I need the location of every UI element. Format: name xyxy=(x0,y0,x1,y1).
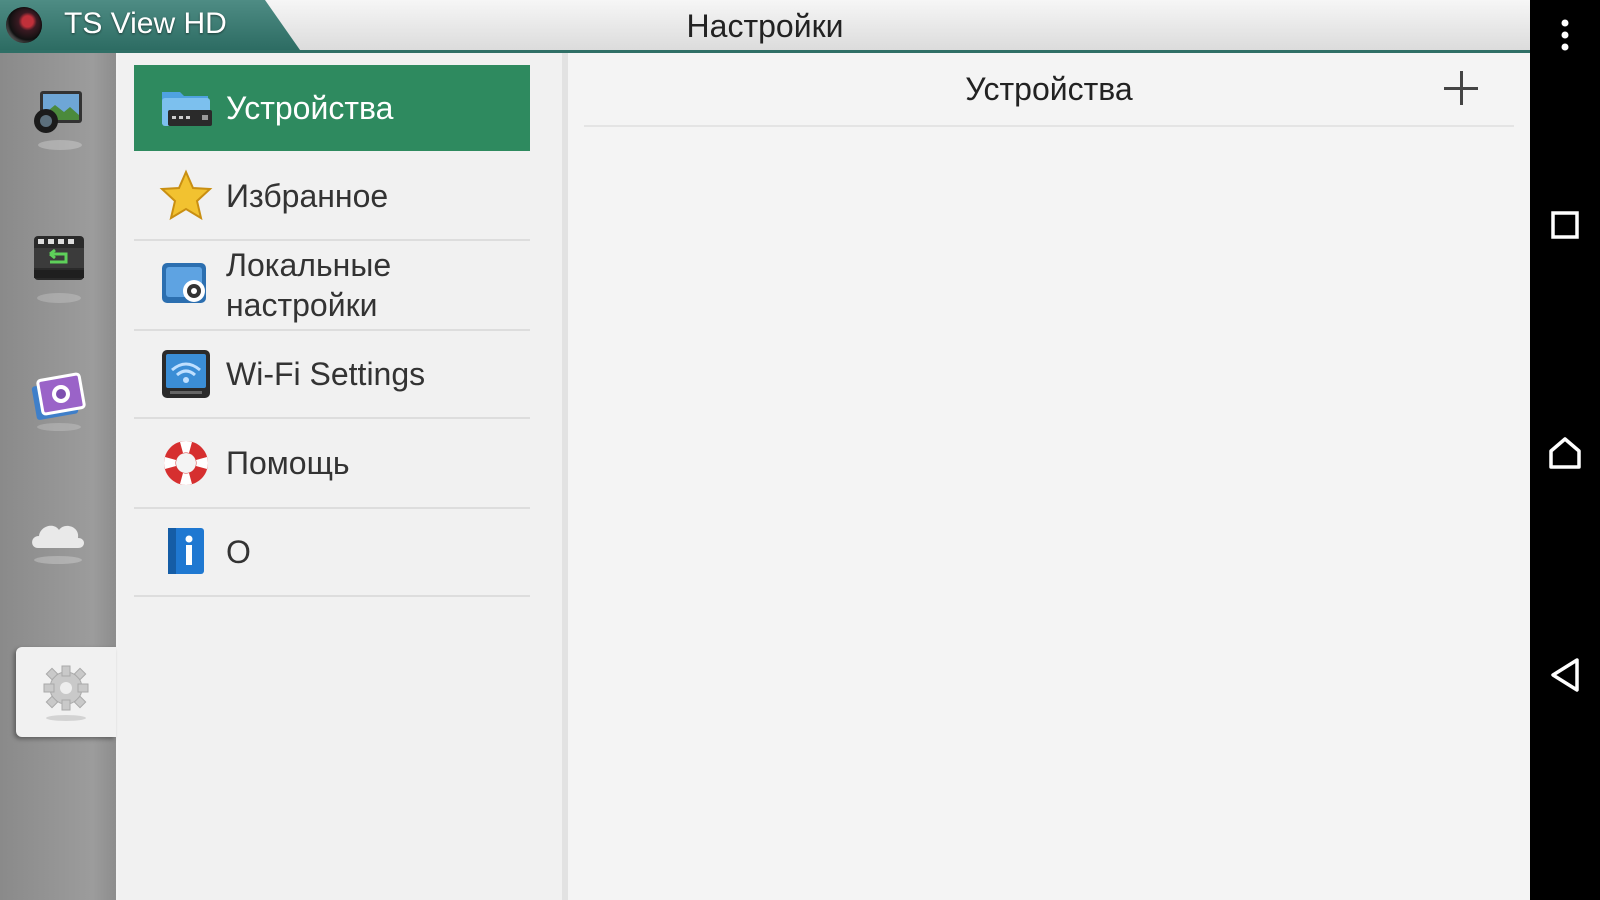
menu-item-label: Локальные настройки xyxy=(226,247,392,323)
menu-item-wifi-settings[interactable]: Wi-Fi Settings xyxy=(134,331,530,419)
overflow-menu-icon xyxy=(1561,19,1569,51)
app-brand: TS View HD xyxy=(0,0,300,50)
home-icon xyxy=(1549,437,1581,469)
devices-folder-icon xyxy=(158,80,214,136)
lifebuoy-icon xyxy=(158,435,214,491)
side-nav-rail xyxy=(0,53,116,900)
cloud-icon xyxy=(32,525,84,564)
back-icon xyxy=(1551,658,1579,692)
system-nav-bar xyxy=(1530,0,1600,900)
menu-item-label: Wi-Fi Settings xyxy=(226,356,426,392)
menu-item-favorites[interactable]: Избранное xyxy=(134,153,530,241)
top-bar: TS View HD Настройки xyxy=(0,0,1530,53)
local-settings-icon xyxy=(158,257,214,313)
playback-icon xyxy=(34,236,84,303)
rail-item-settings[interactable] xyxy=(16,647,116,737)
wifi-settings-icon xyxy=(158,346,214,402)
menu-item-devices[interactable]: Устройства xyxy=(134,65,530,151)
menu-item-label: Помощь xyxy=(226,445,350,481)
rail-item-playback[interactable] xyxy=(0,215,116,325)
home-button[interactable] xyxy=(1530,418,1600,488)
recent-apps-icon xyxy=(1551,211,1579,239)
content-header: Устройства xyxy=(584,53,1514,127)
rail-item-photos[interactable] xyxy=(0,345,116,455)
content-panel: Устройства xyxy=(568,53,1530,900)
settings-menu: Устройства Избранное Локальные настройки… xyxy=(118,53,568,900)
back-button[interactable] xyxy=(1530,640,1600,710)
content-title: Устройства xyxy=(965,71,1133,107)
menu-item-help[interactable]: Помощь xyxy=(134,419,530,509)
recent-apps-button[interactable] xyxy=(1530,190,1600,260)
menu-item-label: Избранное xyxy=(226,178,389,214)
live-view-icon xyxy=(34,91,82,150)
menu-item-local-settings[interactable]: Локальные настройки xyxy=(134,241,530,331)
info-icon xyxy=(158,524,214,580)
page-title: Настройки xyxy=(686,8,844,44)
app-name: TS View HD xyxy=(64,7,227,40)
photos-icon xyxy=(31,372,86,431)
app-window: TS View HD Настройки Устройства Избранно… xyxy=(0,0,1530,900)
menu-item-about[interactable]: О xyxy=(134,509,530,597)
app-logo-icon xyxy=(6,7,42,43)
settings-icon xyxy=(43,665,89,721)
rail-item-cloud[interactable] xyxy=(0,485,116,595)
menu-item-label: Устройства xyxy=(226,90,394,126)
star-icon xyxy=(158,168,214,224)
menu-item-label: О xyxy=(226,534,251,570)
add-device-button[interactable] xyxy=(1444,71,1478,105)
rail-item-live-view[interactable] xyxy=(0,65,116,175)
overflow-menu-button[interactable] xyxy=(1530,0,1600,70)
